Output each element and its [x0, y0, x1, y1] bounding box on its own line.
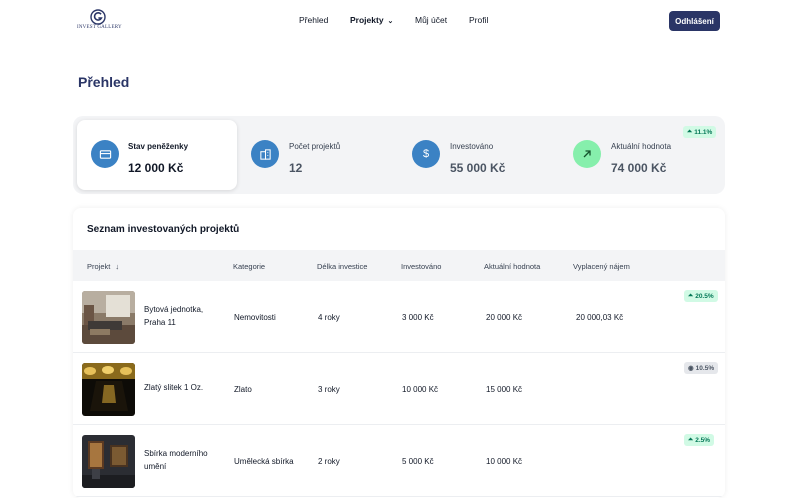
trend-badge: ⏶ 20.5% — [684, 290, 718, 302]
duration-cell: 2 roky — [318, 457, 340, 466]
trend-up-icon: ⏶ — [688, 436, 694, 443]
stat-card-wallet[interactable]: Stav peněženky 12 000 Kč — [77, 120, 237, 190]
table-row[interactable]: Sbírka moderního umění Umělecká sbírka 2… — [73, 425, 725, 497]
table-header: Projekt ↓ Kategorie Délka investice Inves… — [73, 250, 725, 281]
logo-text: INVEST GALLERY — [77, 25, 122, 30]
stat-value: 74 000 Kč — [611, 161, 667, 175]
chevron-down-icon: ⌄ — [387, 18, 394, 25]
badge-value: 10.5% — [695, 364, 715, 372]
project-thumbnail-art — [82, 435, 135, 488]
nav-link-muj-ucet[interactable]: Můj účet — [415, 15, 447, 25]
project-name[interactable]: Sbírka moderního umění — [144, 448, 224, 473]
wallet-icon — [91, 140, 119, 168]
category-cell: Umělecká sbírka — [234, 457, 294, 466]
stat-value: 12 000 Kč — [128, 161, 184, 175]
column-header-invested: Investováno — [401, 262, 442, 271]
column-header-rent: Vyplacený nájem — [573, 262, 630, 271]
current-value-cell: 15 000 Kč — [486, 385, 523, 394]
trend-badge: ⏶ 11.1% — [683, 126, 717, 138]
project-name[interactable]: Bytová jednotka, Praha 11 — [144, 304, 224, 329]
logo[interactable]: INVEST GALLERY — [77, 9, 122, 35]
sort-arrow-down-icon: ↓ — [115, 262, 120, 271]
nav-link-profil[interactable]: Profil — [469, 15, 488, 25]
stat-label: Počet projektů — [289, 142, 341, 151]
table-title: Seznam investovaných projektů — [87, 224, 240, 235]
stat-current-value: Aktuální hodnota 74 000 Kč ⏶ 11.1% — [573, 116, 723, 194]
stat-label: Aktuální hodnota — [611, 142, 672, 151]
buildings-icon — [251, 140, 279, 168]
logout-button[interactable]: Odhlášení — [669, 11, 720, 31]
trend-badge: ◉ 10.5% — [684, 362, 719, 374]
project-name[interactable]: Zlatý slitek 1 Oz. — [144, 382, 224, 395]
column-header-current: Aktuální hodnota — [484, 262, 541, 271]
nav-link-projekty-label: Projekty — [350, 15, 384, 25]
stat-label: Stav peněženky — [128, 142, 189, 151]
badge-value: 11.1% — [694, 128, 713, 136]
table-row[interactable]: Zlatý slitek 1 Oz. Zlato 3 roky 10 000 K… — [73, 353, 725, 425]
invested-cell: 10 000 Kč — [402, 385, 439, 394]
duration-cell: 4 roky — [318, 313, 340, 322]
stat-label: Investováno — [450, 142, 494, 151]
trend-badge: ⏶ 2.5% — [684, 434, 715, 446]
invested-cell: 5 000 Kč — [402, 457, 434, 466]
table-row[interactable]: Bytová jednotka, Praha 11 Nemovitosti 4 … — [73, 281, 725, 353]
stat-value: 55 000 Kč — [450, 161, 506, 175]
nav-link-prehled[interactable]: Přehled — [299, 15, 328, 25]
rent-cell: 20 000,03 Kč — [576, 313, 624, 322]
column-header-category: Kategorie — [233, 262, 266, 271]
current-value-cell: 10 000 Kč — [486, 457, 523, 466]
logo-mark-icon — [90, 9, 106, 25]
arrow-up-right-icon — [573, 140, 601, 168]
stat-value: 12 — [289, 161, 303, 175]
top-nav: INVEST GALLERY Přehled Projekty ⌄ Můj úče… — [0, 0, 800, 42]
category-cell: Nemovitosti — [234, 313, 276, 322]
page-title: Přehled — [78, 74, 130, 90]
stat-invested: $ Investováno 55 000 Kč — [412, 116, 562, 194]
column-header-duration: Délka investice — [317, 262, 368, 271]
duration-cell: 3 roky — [318, 385, 340, 394]
trend-up-icon: ⏶ — [688, 292, 694, 299]
nav-link-projekty[interactable]: Projekty ⌄ — [350, 15, 393, 25]
column-header-project[interactable]: Projekt ↓ — [87, 262, 119, 271]
invested-cell: 3 000 Kč — [402, 313, 434, 322]
trend-up-icon: ⏶ — [687, 128, 693, 135]
stat-projects: Počet projektů 12 — [251, 116, 401, 194]
trend-neutral-icon: ◉ — [688, 365, 694, 372]
project-thumbnail-gold — [82, 363, 135, 416]
column-header-label: Projekt — [87, 262, 111, 271]
projects-table-card: Seznam investovaných projektů Projekt ↓ K… — [73, 208, 725, 498]
badge-value: 2.5% — [695, 436, 711, 444]
stats-panel: Stav peněženky 12 000 Kč Počet projektů … — [73, 116, 725, 194]
project-thumbnail-apartment — [82, 291, 135, 344]
badge-value: 20.5% — [695, 292, 714, 300]
category-cell: Zlato — [234, 385, 252, 394]
dollar-icon: $ — [412, 140, 440, 168]
current-value-cell: 20 000 Kč — [486, 313, 523, 322]
